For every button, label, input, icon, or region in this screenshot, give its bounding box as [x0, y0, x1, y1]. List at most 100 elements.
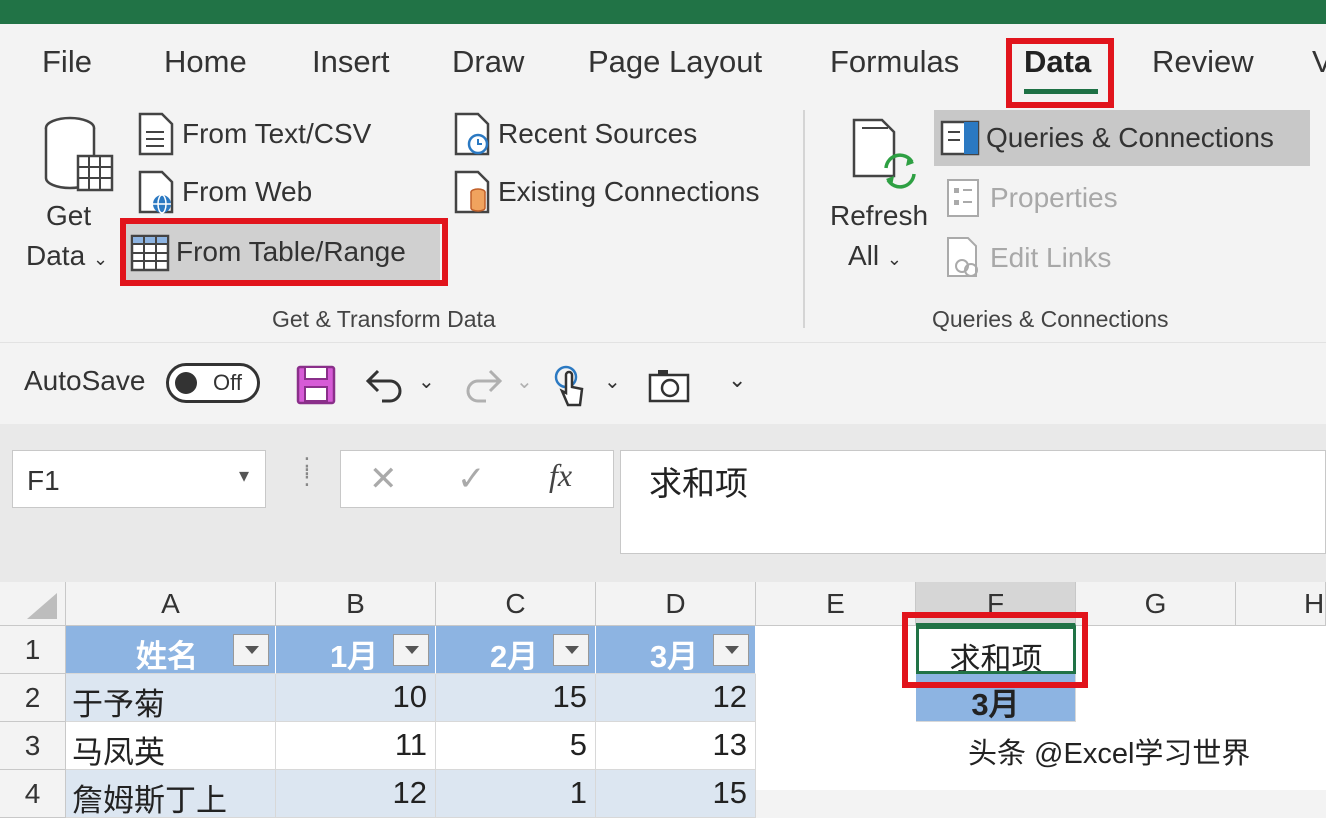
table-header-cell[interactable]: 姓名 [66, 626, 276, 674]
from-text-csv-button[interactable]: From Text/CSV [136, 112, 371, 156]
recent-sources-icon [454, 112, 490, 156]
chevron-down-icon: ⌄ [886, 249, 902, 269]
cell-f1[interactable]: 求和项 [916, 626, 1076, 674]
table-header-cell[interactable]: 3月 [596, 626, 756, 674]
tab-review[interactable]: Review [1152, 44, 1254, 80]
insert-function-icon[interactable]: fx [549, 457, 572, 494]
table-cell[interactable]: 詹姆斯丁上 [66, 770, 276, 818]
touch-dropdown-chevron-icon[interactable]: ⌄ [604, 369, 621, 394]
table-cell[interactable]: 于予菊 [66, 674, 276, 722]
tab-data[interactable]: Data [1024, 44, 1091, 80]
tab-draw[interactable]: Draw [452, 44, 524, 80]
ribbon-group-separator [803, 110, 805, 328]
existing-connections-label: Existing Connections [498, 176, 760, 207]
properties-button[interactable]: Properties [944, 176, 1118, 220]
formula-buttons: ✕ ✓ fx [340, 450, 614, 508]
chevron-down-icon: ⌄ [92, 249, 109, 269]
database-table-icon [44, 116, 114, 192]
refresh-label-2: All ⌄ [848, 240, 902, 271]
filter-dropdown-icon[interactable] [713, 634, 749, 666]
splitter-dots-icon[interactable]: ⋮ ⋮ [296, 455, 318, 488]
autosave-toggle[interactable]: Off [166, 363, 260, 403]
row-header-2[interactable]: 2 [0, 674, 66, 722]
column-header-g[interactable]: G [1076, 582, 1236, 626]
filter-dropdown-icon[interactable] [553, 634, 589, 666]
tab-view-partial[interactable]: V [1312, 44, 1326, 80]
get-data-button[interactable]: Get Data ⌄ [26, 116, 120, 296]
tab-page-layout[interactable]: Page Layout [588, 44, 762, 80]
select-all-corner[interactable] [0, 582, 66, 626]
existing-connections-button[interactable]: Existing Connections [452, 170, 759, 214]
edit-links-button[interactable]: Edit Links [944, 236, 1111, 280]
queries-connections-button[interactable]: Queries & Connections [934, 110, 1310, 166]
redo-icon[interactable] [462, 365, 504, 405]
refresh-label-1: Refresh [830, 200, 929, 231]
tab-file[interactable]: File [42, 44, 92, 80]
properties-label: Properties [990, 182, 1118, 213]
column-header-e[interactable]: E [756, 582, 916, 626]
table-header-cell[interactable]: 1月 [276, 626, 436, 674]
toggle-knob [175, 372, 197, 394]
camera-icon[interactable] [648, 367, 690, 403]
edit-links-label: Edit Links [990, 242, 1112, 273]
enter-check-icon[interactable]: ✓ [457, 459, 486, 499]
column-header-b[interactable]: B [276, 582, 436, 626]
chevron-down-icon[interactable]: ▾ [239, 463, 249, 488]
save-icon[interactable] [296, 365, 336, 405]
touch-mode-icon[interactable] [552, 363, 588, 409]
toggle-state-label: Off [213, 370, 242, 395]
table-cell[interactable]: 10 [276, 674, 436, 722]
recent-sources-button[interactable]: Recent Sources [452, 112, 697, 156]
column-header-h[interactable]: H [1236, 582, 1326, 626]
row-header-3[interactable]: 3 [0, 722, 66, 770]
from-text-csv-label: From Text/CSV [182, 118, 372, 149]
tab-home[interactable]: Home [164, 44, 247, 80]
table-cell[interactable]: 5 [436, 722, 596, 770]
watermark: 头条 @Excel学习世界 [968, 738, 1251, 770]
cell-f2[interactable]: 3月 [916, 674, 1076, 722]
table-cell[interactable]: 13 [596, 722, 756, 770]
customize-toolbar-chevron-icon[interactable]: ⌄ [728, 367, 746, 393]
table-cell[interactable]: 12 [276, 770, 436, 818]
quick-access-toolbar: AutoSave Off ⌄ ⌄ ⌄ ⌄ [0, 342, 1326, 424]
column-header-f[interactable]: F [916, 582, 1076, 626]
table-icon [130, 234, 170, 272]
name-box-value: F1 [27, 465, 60, 496]
web-file-icon [138, 170, 174, 214]
table-cell[interactable]: 15 [436, 674, 596, 722]
redo-dropdown-chevron-icon[interactable]: ⌄ [516, 369, 533, 394]
table-cell[interactable]: 15 [596, 770, 756, 818]
ribbon: File Home Insert Draw Page Layout Formul… [0, 24, 1326, 342]
column-header-c[interactable]: C [436, 582, 596, 626]
table-header-cell[interactable]: 2月 [436, 626, 596, 674]
refresh-all-button[interactable]: Refresh All ⌄ [828, 116, 932, 296]
table-cell[interactable]: 1 [436, 770, 596, 818]
row-header-4[interactable]: 4 [0, 770, 66, 818]
table-cell[interactable]: 马凤英 [66, 722, 276, 770]
formula-input[interactable]: 求和项 [620, 450, 1326, 554]
cancel-icon[interactable]: ✕ [369, 459, 398, 499]
name-box[interactable]: F1 ▾ [12, 450, 266, 508]
column-header-a[interactable]: A [66, 582, 276, 626]
properties-icon [947, 179, 979, 217]
undo-dropdown-chevron-icon[interactable]: ⌄ [418, 369, 435, 394]
row-header-1[interactable]: 1 [0, 626, 66, 674]
from-web-button[interactable]: From Web [136, 170, 312, 214]
from-web-label: From Web [182, 176, 313, 207]
column-header-d[interactable]: D [596, 582, 756, 626]
filter-dropdown-icon[interactable] [233, 634, 269, 666]
undo-icon[interactable] [364, 365, 406, 405]
table-cell[interactable]: 11 [276, 722, 436, 770]
tab-formulas[interactable]: Formulas [830, 44, 959, 80]
get-data-label-1: Get [46, 200, 92, 231]
filter-dropdown-icon[interactable] [393, 634, 429, 666]
existing-connections-icon [454, 170, 490, 214]
active-tab-underline [1024, 89, 1098, 94]
ribbon-tabs: File Home Insert Draw Page Layout Formul… [0, 24, 1326, 104]
from-table-range-label: From Table/Range [176, 236, 406, 267]
tab-insert[interactable]: Insert [312, 44, 390, 80]
formula-bar-area: F1 ▾ ⋮ ⋮ ✕ ✓ fx 求和项 [0, 424, 1326, 582]
from-table-range-button[interactable]: From Table/Range [126, 224, 440, 280]
table-cell[interactable]: 12 [596, 674, 756, 722]
select-all-triangle-icon [27, 593, 57, 619]
